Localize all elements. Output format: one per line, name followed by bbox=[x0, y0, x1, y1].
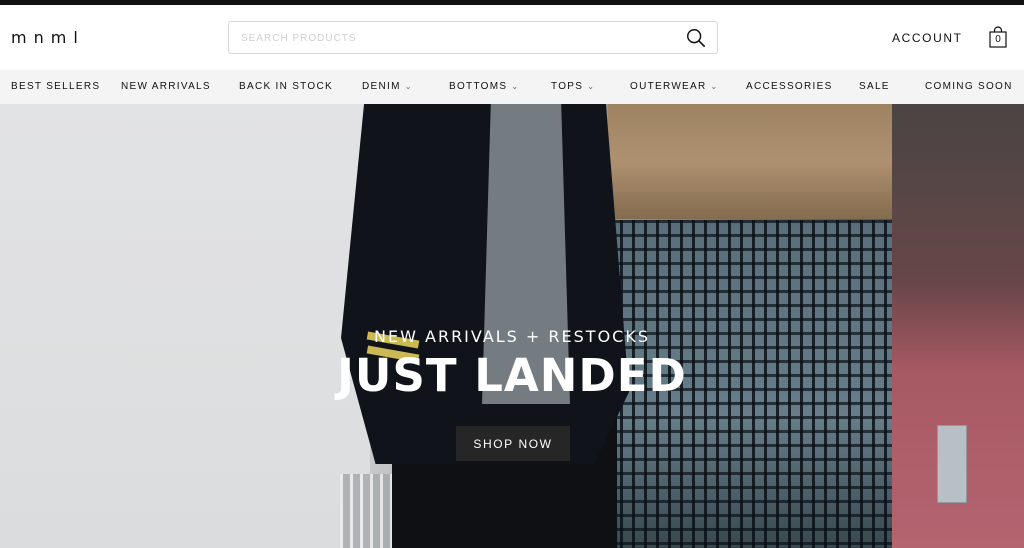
nav-item-best-sellers[interactable]: BEST SELLERS bbox=[11, 81, 100, 92]
search-input[interactable] bbox=[241, 29, 661, 47]
nav-item-new-arrivals[interactable]: NEW ARRIVALS bbox=[121, 81, 211, 92]
search-icon[interactable] bbox=[685, 27, 707, 49]
chevron-down-icon: ⌄ bbox=[587, 82, 596, 91]
hero-banner[interactable]: NEW ARRIVALS + RESTOCKS JUST LANDED SHOP… bbox=[0, 104, 1024, 548]
hero-subtitle: NEW ARRIVALS + RESTOCKS bbox=[374, 327, 650, 346]
nav-item-back-in-stock[interactable]: BACK IN STOCK bbox=[239, 81, 333, 92]
main-nav: BEST SELLERS NEW ARRIVALS BACK IN STOCK … bbox=[0, 70, 1024, 104]
nav-item-label: COMING SOON bbox=[925, 81, 1013, 92]
nav-item-denim[interactable]: DENIM ⌄ bbox=[362, 81, 413, 92]
nav-item-label: BOTTOMS bbox=[449, 81, 508, 92]
chevron-down-icon: ⌄ bbox=[511, 82, 520, 91]
nav-item-label: OUTERWEAR bbox=[630, 81, 707, 92]
nav-item-label: BEST SELLERS bbox=[11, 81, 101, 92]
nav-item-bottoms[interactable]: BOTTOMS ⌄ bbox=[449, 81, 519, 92]
nav-item-accessories[interactable]: ACCESSORIES bbox=[746, 81, 833, 92]
cart-count: 0 bbox=[995, 34, 1001, 45]
chevron-down-icon: ⌄ bbox=[404, 82, 413, 91]
nav-item-tops[interactable]: TOPS ⌄ bbox=[551, 81, 595, 92]
nav-item-label: DENIM bbox=[362, 81, 401, 92]
search-bar[interactable] bbox=[228, 21, 718, 54]
nav-item-label: SALE bbox=[859, 81, 890, 92]
nav-item-sale[interactable]: SALE bbox=[859, 81, 890, 92]
nav-item-outerwear[interactable]: OUTERWEAR ⌄ bbox=[630, 81, 719, 92]
nav-item-label: ACCESSORIES bbox=[746, 81, 833, 92]
brand-logo[interactable]: mnml bbox=[11, 28, 85, 47]
nav-item-label: TOPS bbox=[551, 81, 584, 92]
chevron-down-icon: ⌄ bbox=[710, 82, 719, 91]
cart-button[interactable]: 0 bbox=[989, 26, 1007, 48]
site-header: mnml ACCOUNT 0 bbox=[0, 5, 1024, 70]
hero-title: JUST LANDED bbox=[337, 349, 687, 402]
nav-item-label: BACK IN STOCK bbox=[239, 81, 333, 92]
hero-overlay bbox=[0, 104, 1024, 548]
shop-now-button[interactable]: SHOP NOW bbox=[456, 426, 570, 461]
nav-item-label: NEW ARRIVALS bbox=[121, 81, 211, 92]
account-link[interactable]: ACCOUNT bbox=[892, 31, 963, 45]
nav-item-coming-soon[interactable]: COMING SOON bbox=[925, 81, 1013, 92]
